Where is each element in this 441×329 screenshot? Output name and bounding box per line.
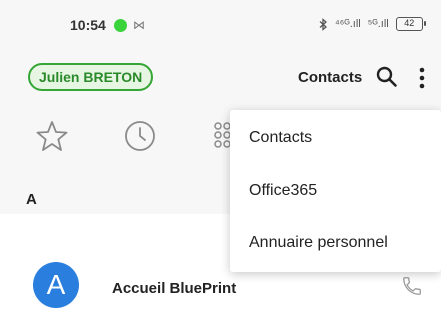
search-icon [376,66,397,87]
user-chip[interactable]: Julien BRETON [28,63,154,91]
star-icon [36,121,68,151]
avatar: A [33,262,79,308]
phone-icon [403,277,421,295]
clock-icon [125,121,155,151]
tab-favorites[interactable] [34,118,70,154]
more-vert-icon [419,67,425,89]
status-icons: ⁴⁶ᴳ.ıll ⁵ᴳ.ıll 42 [318,17,426,31]
search-button[interactable] [374,64,400,90]
menu-item-contacts[interactable]: Contacts [230,113,441,163]
status-time: 10:54 [70,17,106,33]
page-title: Contacts [298,69,363,86]
section-header: A [26,191,37,208]
tab-keypad[interactable] [212,118,230,154]
contact-name: Accueil BluePrint [112,280,237,297]
status-bar: 10:54 ⋈ ⁴⁶ᴳ.ıll ⁵ᴳ.ıll 42 [0,14,441,38]
signal-1-icon: ⁴⁶ᴳ.ıll [335,18,361,30]
more-options-button[interactable] [412,64,432,92]
menu-item-annuaire-personnel[interactable]: Annuaire personnel [230,218,441,268]
menu-item-office365[interactable]: Office365 [230,166,441,216]
keypad-icon [214,122,230,148]
recording-dot-icon [114,19,127,32]
signal-2-icon: ⁵ᴳ.ıll [367,18,389,30]
call-button[interactable] [401,275,423,297]
tab-recent[interactable] [122,118,158,154]
bluetooth-icon [319,17,327,31]
message-icon: ⋈ [133,18,145,32]
overflow-menu: Contacts Office365 Annuaire personnel [230,110,441,272]
battery-icon: 42 [395,17,426,31]
